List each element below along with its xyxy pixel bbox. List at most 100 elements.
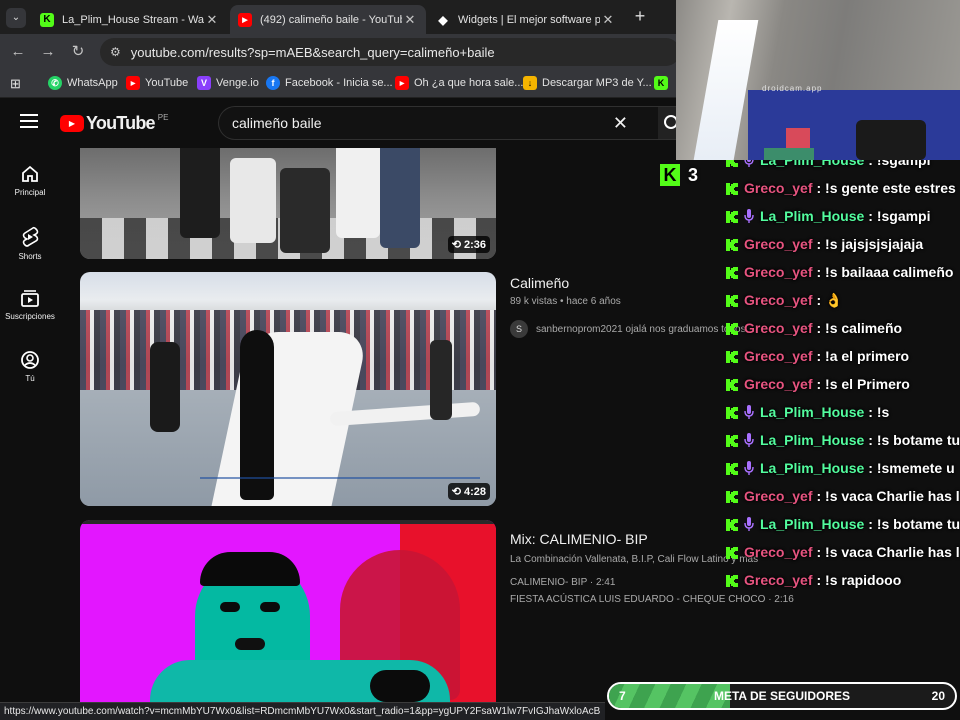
chat-message: Greco_yef: !a el primero bbox=[722, 342, 909, 370]
duration-text: 4:28 bbox=[463, 486, 486, 498]
chat-username[interactable]: Greco_yef bbox=[744, 572, 812, 588]
chat-username[interactable]: Greco_yef bbox=[744, 320, 812, 336]
chat-username[interactable]: Greco_yef bbox=[744, 488, 812, 504]
kick-badge-icon bbox=[726, 462, 738, 475]
clear-search-icon[interactable]: ✕ bbox=[613, 113, 628, 134]
kick-badge-icon bbox=[726, 210, 738, 223]
chat-message: Greco_yef: !s el Primero bbox=[722, 370, 910, 398]
site-info-icon[interactable]: ⚙ bbox=[110, 45, 121, 59]
close-icon[interactable]: ✕ bbox=[600, 12, 616, 28]
close-icon[interactable]: ✕ bbox=[402, 12, 418, 28]
facebook-icon: f bbox=[266, 76, 280, 90]
chat-username[interactable]: La_Plim_House bbox=[760, 160, 864, 168]
chat-username[interactable]: La_Plim_House bbox=[760, 516, 864, 532]
mix-thumbnail[interactable] bbox=[80, 520, 496, 702]
tab-widgets[interactable]: ◆ Widgets | El mejor software par ✕ bbox=[428, 5, 624, 34]
apps-icon[interactable]: ⊞ bbox=[10, 76, 21, 92]
microphone-badge-icon bbox=[744, 160, 754, 167]
chat-username[interactable]: La_Plim_House bbox=[760, 432, 864, 448]
kick-badge-icon bbox=[726, 294, 738, 307]
search-input[interactable]: calimeño baile bbox=[232, 115, 613, 131]
chat-username[interactable]: Greco_yef bbox=[744, 376, 812, 392]
chat-username[interactable]: La_Plim_House bbox=[760, 208, 864, 224]
chat-message: Greco_yef: 👌 bbox=[722, 286, 842, 314]
youtube-icon: ▶ bbox=[395, 76, 409, 90]
tab-kick-stream[interactable]: K La_Plim_House Stream - Watch ✕ bbox=[32, 5, 228, 34]
video-title[interactable]: Calimeño bbox=[510, 275, 569, 291]
viewer-counter: K 3 bbox=[660, 164, 698, 186]
chat-message: Greco_yef: !s vaca Charlie has l bbox=[722, 538, 960, 566]
guide-item-shorts[interactable]: Shorts bbox=[0, 226, 60, 261]
video-title[interactable]: Mix: CALIMENIO- BIP bbox=[510, 531, 648, 547]
chat-username[interactable]: Greco_yef bbox=[744, 180, 812, 196]
chat-text: : !s vaca Charlie has l bbox=[816, 488, 960, 504]
bookmark-kick[interactable]: K bbox=[654, 76, 673, 90]
stream-chat: La_Plim_House: !sgampi Greco_yef: !s gent… bbox=[722, 160, 960, 590]
youtube-play-icon: ▶ bbox=[60, 115, 84, 132]
forward-button[interactable]: → bbox=[38, 42, 58, 62]
bookmark-label: Descargar MP3 de Y... bbox=[542, 77, 652, 89]
bookmark-youtube[interactable]: ▶ YouTube bbox=[126, 76, 188, 90]
chat-message: La_Plim_House: !sgampi bbox=[722, 202, 931, 230]
chat-text: : !s botame tu bbox=[868, 516, 960, 532]
you-icon bbox=[21, 351, 39, 369]
youtube-icon: ▶ bbox=[126, 76, 140, 90]
download-icon: ↓ bbox=[523, 76, 537, 90]
mix-track[interactable]: FIESTA ACÚSTICA LUIS EDUARDO - CHEQUE CH… bbox=[510, 594, 794, 605]
kick-icon: K bbox=[654, 76, 668, 90]
chat-username[interactable]: Greco_yef bbox=[744, 348, 812, 364]
microphone-badge-icon bbox=[744, 461, 754, 475]
youtube-icon: ▶ bbox=[238, 12, 252, 27]
chat-text: : !sgampi bbox=[868, 208, 931, 224]
tab-title: La_Plim_House Stream - Watch bbox=[62, 13, 204, 26]
shorts-mini-icon: ⟲ bbox=[451, 486, 464, 498]
chat-username[interactable]: Greco_yef bbox=[744, 544, 812, 560]
chat-username[interactable]: Greco_yef bbox=[744, 292, 812, 308]
tab-youtube[interactable]: ▶ (492) calimeño baile - YouTube ✕ bbox=[230, 5, 426, 34]
reload-button[interactable]: ↻ bbox=[68, 42, 88, 62]
kick-badge-icon bbox=[726, 490, 738, 503]
guide-label: Shorts bbox=[18, 252, 42, 261]
kick-icon: K bbox=[660, 164, 680, 186]
guide-item-you[interactable]: Tú bbox=[0, 350, 60, 383]
bookmark-label: YouTube bbox=[145, 77, 189, 89]
chat-text: : !s vaca Charlie has l bbox=[816, 544, 960, 560]
new-tab-button[interactable]: + bbox=[630, 6, 650, 26]
video-thumbnail[interactable]: ⟲ 4:28 bbox=[80, 272, 496, 506]
chat-message: Greco_yef: !s calimeño bbox=[722, 314, 902, 342]
chat-username[interactable]: Greco_yef bbox=[744, 236, 812, 252]
url-bar[interactable]: ⚙ youtube.com/results?sp=mAEB&search_que… bbox=[100, 38, 680, 66]
webcam-watermark: droidcam.app bbox=[762, 84, 823, 93]
bookmark-facebook[interactable]: f Facebook - Inicia se... bbox=[266, 76, 393, 90]
bookmark-whatsapp[interactable]: ✆ WhatsApp bbox=[48, 76, 118, 90]
bookmark-mp3[interactable]: ↓ Descargar MP3 de Y... bbox=[523, 76, 652, 90]
goal-target: 20 bbox=[931, 689, 945, 703]
chat-username[interactable]: La_Plim_House bbox=[760, 460, 864, 476]
bookmark-youtube-video[interactable]: ▶ Oh ¿a que hora sale... bbox=[395, 76, 523, 90]
chat-message: Greco_yef: !s vaca Charlie has l bbox=[722, 482, 960, 510]
video-thumbnail[interactable]: ⟲ 2:36 bbox=[80, 148, 496, 259]
mix-track[interactable]: CALIMENIO- BIP · 2:41 bbox=[510, 577, 615, 588]
search-box[interactable]: calimeño baile ✕ bbox=[218, 106, 658, 140]
kick-badge-icon bbox=[726, 350, 738, 363]
tab-title: (492) calimeño baile - YouTube bbox=[260, 13, 402, 26]
chat-username[interactable]: Greco_yef bbox=[744, 264, 812, 280]
shorts-mini-icon: ⟲ bbox=[451, 239, 464, 251]
chat-text: : !s gente este estres bbox=[816, 180, 956, 196]
youtube-logo[interactable]: ▶ YouTube PE bbox=[60, 113, 168, 134]
close-icon[interactable]: ✕ bbox=[204, 12, 220, 28]
guide-item-home[interactable]: Principal bbox=[0, 164, 60, 197]
chat-username[interactable]: La_Plim_House bbox=[760, 404, 864, 420]
channel-row[interactable]: S sanbernoprom2021 ojalá nos graduamos t… bbox=[510, 320, 746, 338]
search-button[interactable] bbox=[658, 106, 678, 140]
bookmark-venge[interactable]: V Venge.io bbox=[197, 76, 259, 90]
chat-text: : !s el Primero bbox=[816, 376, 910, 392]
kick-badge-icon bbox=[726, 182, 738, 195]
guide-label: Tú bbox=[25, 374, 35, 383]
menu-icon[interactable] bbox=[20, 114, 38, 128]
guide-item-subscriptions[interactable]: Suscripciones bbox=[0, 288, 60, 321]
back-button[interactable]: ← bbox=[8, 42, 28, 62]
chat-text: : !s rapidooo bbox=[816, 572, 902, 588]
tab-search-button[interactable]: ⌄ bbox=[6, 8, 26, 28]
shorts-icon bbox=[22, 226, 39, 247]
